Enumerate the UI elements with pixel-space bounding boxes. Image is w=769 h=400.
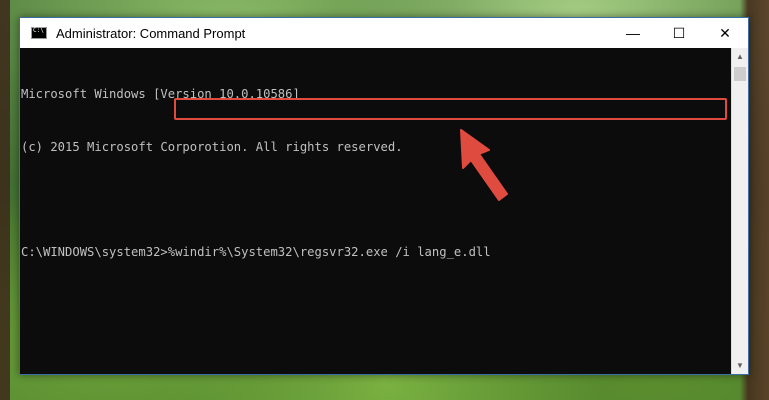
cmd-icon <box>31 27 47 39</box>
command-line: C:\WINDOWS\system32>%windir%\System32\re… <box>21 244 491 259</box>
maximize-button[interactable]: ☐ <box>656 18 702 48</box>
console-output[interactable]: Microsoft Windows [Version 10.0.10586] (… <box>20 48 731 374</box>
console-line: (c) 2015 Microsoft Corporotion. All righ… <box>21 139 403 154</box>
command-prompt-window[interactable]: Administrator: Command Prompt — ☐ ✕ Micr… <box>19 17 749 375</box>
window-title: Administrator: Command Prompt <box>56 25 246 41</box>
scroll-down-icon[interactable]: ▼ <box>732 357 748 374</box>
scroll-up-icon[interactable]: ▲ <box>732 48 748 65</box>
red-arrow-pointer-icon <box>460 129 508 201</box>
close-button[interactable]: ✕ <box>702 18 748 48</box>
window-controls: — ☐ ✕ <box>610 18 748 48</box>
scroll-thumb[interactable] <box>734 67 746 81</box>
title-bar[interactable]: Administrator: Command Prompt — ☐ ✕ <box>20 18 748 48</box>
vertical-scrollbar[interactable]: ▲ ▼ <box>731 48 748 374</box>
command-highlight-box <box>174 98 727 120</box>
minimize-button[interactable]: — <box>610 18 656 48</box>
